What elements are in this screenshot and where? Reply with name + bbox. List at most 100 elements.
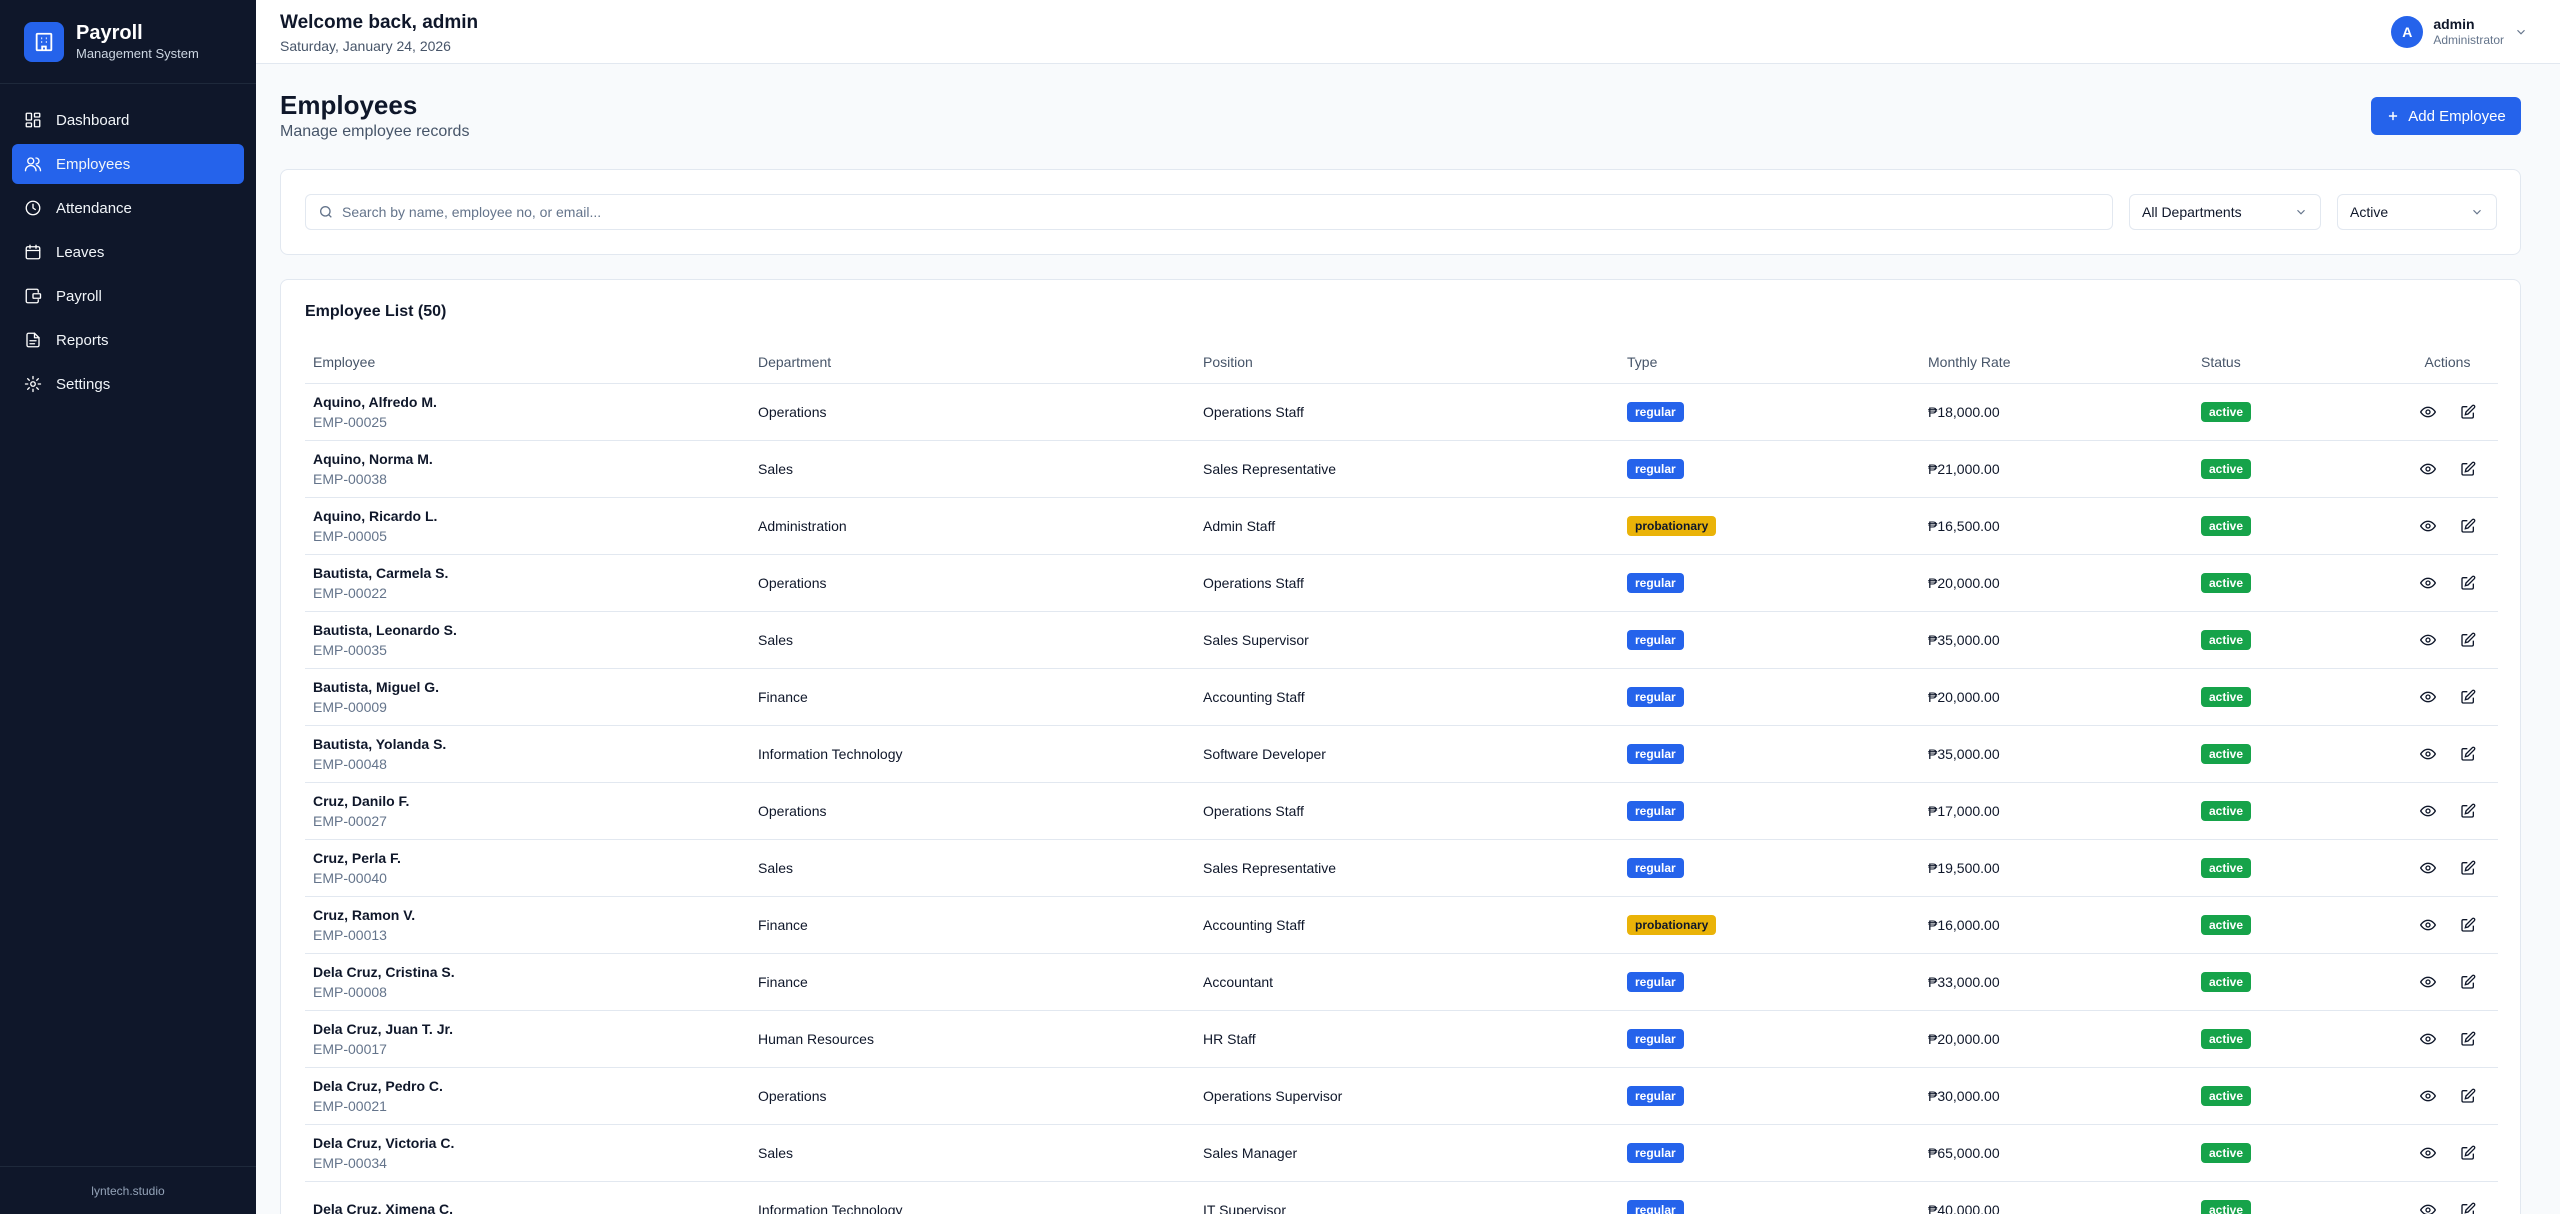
column-header-department: Department [758, 353, 832, 370]
grid-icon [25, 112, 41, 128]
sidebar-item-reports[interactable]: Reports [12, 320, 244, 360]
edit-button[interactable] [2454, 1082, 2482, 1110]
view-button[interactable] [2414, 455, 2442, 483]
sidebar-item-leaves[interactable]: Leaves [12, 232, 244, 272]
type-cell: regular [1619, 1029, 1920, 1049]
type-cell: regular [1619, 858, 1920, 878]
edit-button[interactable] [2454, 512, 2482, 540]
sidebar-item-attendance[interactable]: Attendance [12, 188, 244, 228]
status-cell: active [2193, 972, 2389, 992]
view-button[interactable] [2414, 1139, 2442, 1167]
actions-cell [2389, 854, 2498, 882]
type-cell: regular [1619, 801, 1920, 821]
edit-button[interactable] [2454, 797, 2482, 825]
view-button[interactable] [2414, 854, 2442, 882]
edit-button[interactable] [2454, 968, 2482, 996]
employee-number: EMP-00035 [313, 642, 387, 658]
actions-cell [2389, 512, 2498, 540]
department-select-value: All Departments [2142, 204, 2242, 220]
sidebar-item-settings[interactable]: Settings [12, 364, 244, 404]
type-badge: regular [1627, 744, 1684, 764]
chevron-down-icon [2517, 29, 2525, 35]
view-button[interactable] [2414, 512, 2442, 540]
type-cell: regular [1619, 1086, 1920, 1106]
view-button[interactable] [2414, 626, 2442, 654]
view-button[interactable] [2414, 1025, 2442, 1053]
type-badge: regular [1627, 1029, 1684, 1049]
edit-icon [2460, 1145, 2476, 1161]
table-body: Aquino, Alfredo M. EMP-00025 Operations Ope… [305, 384, 2498, 1214]
employee-cell: Dela Cruz, Ximena C. [305, 1200, 750, 1214]
table-header: Employee Department Position Type Monthl… [305, 340, 2498, 384]
edit-button[interactable] [2454, 683, 2482, 711]
type-cell: regular [1619, 687, 1920, 707]
monthly-rate-cell: ₱40,000.00 [1928, 1202, 2000, 1214]
position-cell: IT Supervisor [1203, 1202, 1286, 1214]
view-button[interactable] [2414, 968, 2442, 996]
status-cell: active [2193, 801, 2389, 821]
edit-button[interactable] [2454, 455, 2482, 483]
type-badge: regular [1627, 1200, 1684, 1214]
sidebar: Payroll Management System Dashboard Emplo… [0, 0, 256, 1214]
sidebar-item-employees[interactable]: Employees [12, 144, 244, 184]
calendar-icon [25, 244, 41, 260]
status-select[interactable]: Active [2337, 194, 2497, 230]
add-employee-label: Add Employee [2408, 107, 2506, 125]
view-button[interactable] [2414, 683, 2442, 711]
view-button[interactable] [2414, 911, 2442, 939]
employee-name: Dela Cruz, Cristina S. [313, 964, 455, 980]
user-menu[interactable]: A admin Administrator [2391, 16, 2528, 48]
edit-icon [2460, 575, 2476, 591]
table-row: Aquino, Ricardo L. EMP-00005 Administratio… [305, 498, 2498, 555]
monthly-rate-cell: ₱18,000.00 [1928, 404, 2000, 420]
building-icon [24, 21, 64, 62]
type-badge: regular [1627, 801, 1684, 821]
employee-number: EMP-00005 [313, 528, 387, 544]
department-cell: Sales [758, 632, 794, 648]
table-row: Aquino, Alfredo M. EMP-00025 Operations Ope… [305, 384, 2498, 441]
sidebar-item-dashboard[interactable]: Dashboard [12, 100, 244, 140]
eye-icon [2419, 632, 2436, 648]
monthly-rate-cell: ₱30,000.00 [1928, 1088, 2000, 1104]
column-header-status: Status [2201, 353, 2241, 370]
edit-button[interactable] [2454, 1196, 2482, 1214]
edit-button[interactable] [2454, 1139, 2482, 1167]
edit-button[interactable] [2454, 911, 2482, 939]
view-button[interactable] [2414, 398, 2442, 426]
plus-icon [2389, 111, 2398, 121]
search-input[interactable] [342, 204, 2042, 220]
type-badge: regular [1627, 972, 1684, 992]
edit-button[interactable] [2454, 740, 2482, 768]
edit-button[interactable] [2454, 854, 2482, 882]
status-cell: active [2193, 573, 2389, 593]
view-button[interactable] [2414, 569, 2442, 597]
view-button[interactable] [2414, 1082, 2442, 1110]
type-cell: regular [1619, 573, 1920, 593]
status-badge: active [2201, 972, 2252, 992]
edit-button[interactable] [2454, 398, 2482, 426]
status-badge: active [2201, 1143, 2252, 1163]
status-cell: active [2193, 1200, 2389, 1214]
edit-button[interactable] [2454, 626, 2482, 654]
table-row: Dela Cruz, Pedro C. EMP-00021 Operations Op… [305, 1068, 2498, 1125]
table-row: Cruz, Danilo F. EMP-00027 Operations Operat… [305, 783, 2498, 840]
view-button[interactable] [2414, 797, 2442, 825]
search-box[interactable] [305, 194, 2113, 230]
table-row: Dela Cruz, Ximena C. Information Technolo… [305, 1182, 2498, 1214]
type-badge: probationary [1627, 516, 1717, 536]
view-button[interactable] [2414, 740, 2442, 768]
view-button[interactable] [2414, 1196, 2442, 1214]
edit-icon [2460, 1088, 2476, 1104]
app-subtitle: Management System [76, 45, 199, 61]
sidebar-item-payroll[interactable]: Payroll [12, 276, 244, 316]
eye-icon [2419, 974, 2436, 990]
monthly-rate-cell: ₱35,000.00 [1928, 746, 2000, 762]
employee-name: Bautista, Carmela S. [313, 565, 449, 581]
edit-button[interactable] [2454, 569, 2482, 597]
status-badge: active [2201, 573, 2252, 593]
type-badge: regular [1627, 573, 1684, 593]
monthly-rate-cell: ₱65,000.00 [1928, 1145, 2000, 1161]
department-select[interactable]: All Departments [2129, 194, 2321, 230]
edit-button[interactable] [2454, 1025, 2482, 1053]
add-employee-button[interactable]: Add Employee [2371, 97, 2521, 135]
